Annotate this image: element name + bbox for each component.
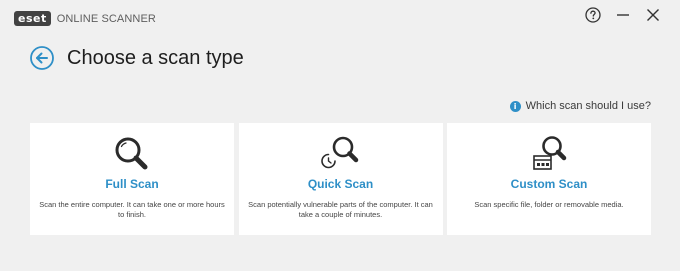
minimize-button[interactable] [608, 4, 638, 26]
quick-scan-description: Scan potentially vulnerable parts of the… [248, 200, 433, 219]
arrow-left-circle-icon [30, 46, 54, 70]
product-name: ONLINE SCANNER [56, 12, 156, 25]
quick-scan-title: Quick Scan [307, 177, 374, 191]
magnifier-clock-icon [320, 136, 358, 169]
page-header: Choose a scan type [30, 46, 244, 70]
minimize-icon [617, 14, 629, 16]
close-icon [647, 9, 659, 21]
quick-scan-card[interactable]: Quick Scan Scan potentially vulnerable p… [238, 123, 443, 235]
eset-logo: eset [14, 11, 51, 26]
help-link-label: Which scan should I use? [525, 100, 651, 112]
help-icon [585, 7, 601, 23]
magnifier-icon [115, 137, 148, 170]
full-scan-title: Full Scan [105, 177, 159, 191]
page-title: Choose a scan type [67, 46, 244, 69]
info-icon: i [509, 100, 521, 112]
back-button[interactable] [30, 46, 54, 70]
window-controls [578, 4, 668, 26]
close-button[interactable] [638, 4, 668, 26]
help-button[interactable] [578, 4, 608, 26]
custom-scan-card[interactable]: Custom Scan Scan specific file, folder o… [447, 123, 651, 235]
title-bar: eset ONLINE SCANNER [0, 0, 680, 36]
custom-scan-description: Scan specific file, folder or removable … [474, 200, 624, 209]
brand: eset ONLINE SCANNER [14, 11, 156, 26]
custom-scan-title: Custom Scan [510, 177, 588, 191]
scan-type-list: Full Scan Scan the entire computer. It c… [30, 123, 651, 235]
full-scan-description: Scan the entire computer. It can take on… [39, 200, 225, 219]
magnifier-window-icon [533, 136, 567, 170]
which-scan-help-link[interactable]: i Which scan should I use? [509, 100, 651, 112]
full-scan-card[interactable]: Full Scan Scan the entire computer. It c… [30, 123, 234, 235]
